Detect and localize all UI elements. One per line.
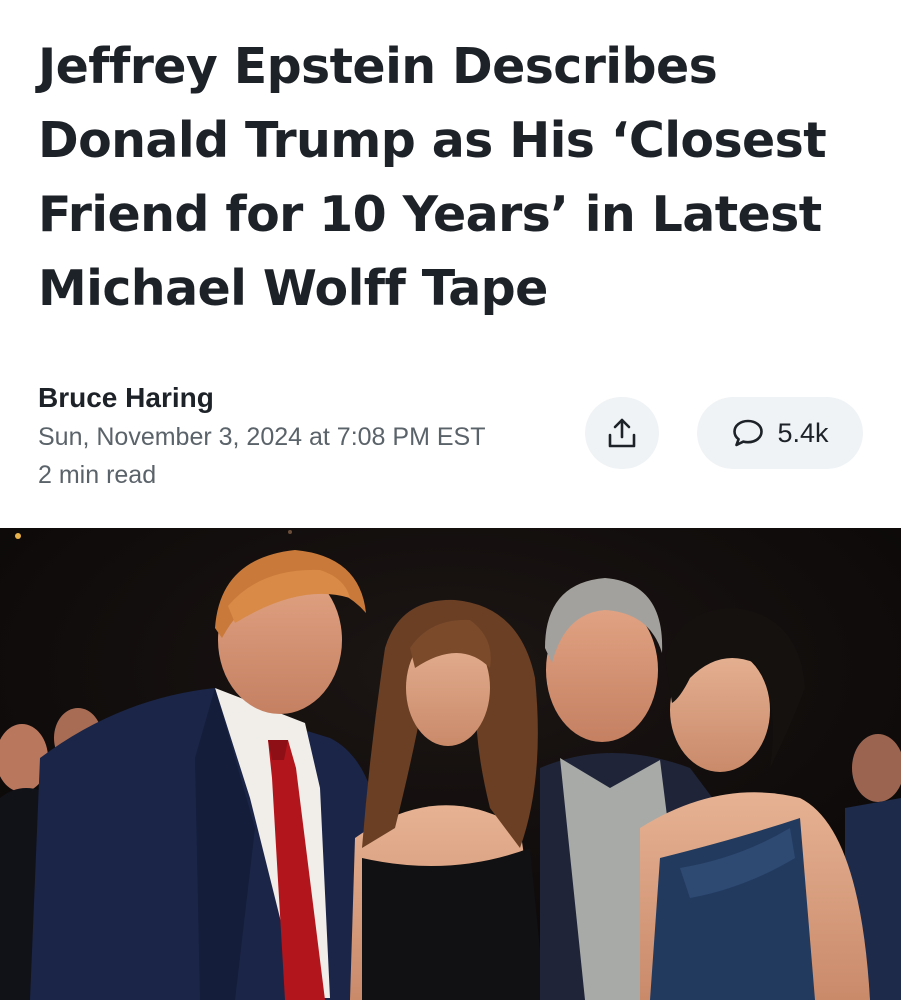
byline: Bruce Haring Sun, November 3, 2024 at 7:… — [38, 378, 558, 494]
share-icon — [608, 418, 636, 448]
share-button[interactable] — [585, 397, 659, 469]
comment-count: 5.4k — [777, 417, 829, 448]
article-header: Jeffrey Epstein Describes Donald Trump a… — [0, 0, 901, 528]
headline: Jeffrey Epstein Describes Donald Trump a… — [38, 38, 827, 317]
article-photo-illustration — [0, 528, 901, 1000]
publish-timestamp: Sun, November 3, 2024 at 7:08 PM EST — [38, 423, 486, 451]
comments-button[interactable]: 5.4k — [697, 397, 863, 469]
author-name[interactable]: Bruce Haring — [38, 378, 558, 418]
read-time: 2 min read — [38, 461, 157, 489]
comment-bubble-icon — [733, 419, 764, 447]
article-photo — [0, 528, 901, 1000]
